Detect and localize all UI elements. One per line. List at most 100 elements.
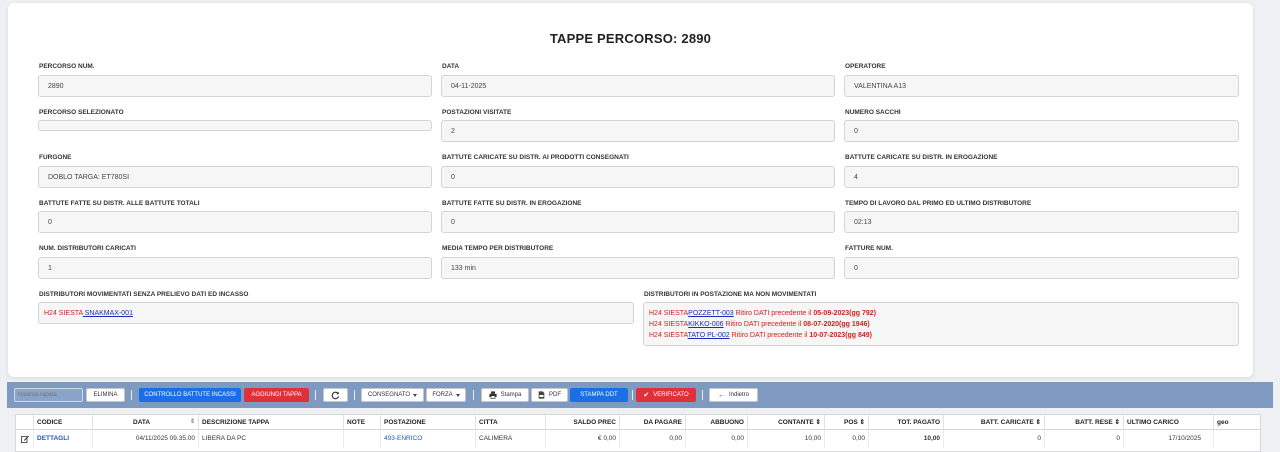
operatore-field[interactable]: VALENTINA A13 bbox=[844, 75, 1239, 97]
column-header-batt-rese[interactable]: BATT. RESE ⇕ bbox=[1045, 415, 1124, 430]
distributor-link[interactable]: SNAKMAX-001 bbox=[83, 310, 133, 317]
distributor-prefix: H24 SIESTA bbox=[649, 310, 689, 317]
chevron-down-icon bbox=[455, 393, 460, 397]
data-field[interactable]: 04-11-2025 bbox=[441, 75, 835, 97]
controllo-battute-button[interactable]: CONTROLLO BATTUTE INCASSI bbox=[139, 388, 241, 402]
column-header-codice[interactable]: CODICE bbox=[34, 415, 93, 430]
non-movimentati-item: H24 SIESTATATO PL-002 Ritiro DATI preced… bbox=[649, 330, 1233, 341]
percorso-num-field[interactable]: 2890 bbox=[38, 75, 432, 97]
ritiro-text: Ritiro DATI precedente il bbox=[733, 310, 814, 317]
page-title: TAPPE PERCORSO: 2890 bbox=[549, 31, 712, 46]
senza-prelievo-item: H24 SIESTA SNAKMAX-001 bbox=[44, 308, 628, 319]
non-movimentati-item: H24 SIESTAKIKKO-006 Ritiro DATI preceden… bbox=[649, 319, 1233, 330]
column-header-tot-pagato[interactable]: TOT. PAGATO bbox=[869, 415, 944, 430]
forza-dropdown[interactable]: FORZA bbox=[426, 388, 466, 402]
distributor-prefix: H24 SIESTA bbox=[44, 310, 83, 317]
verificato-button[interactable]: ✔ VERIFICATO bbox=[636, 388, 696, 402]
column-header-da-pagare[interactable]: DA PAGARE bbox=[620, 415, 686, 430]
forza-label: FORZA bbox=[432, 392, 453, 398]
sort-icon: ⇕ bbox=[1035, 419, 1041, 426]
battute-fatte-erogazione-label: BATTUTE FATTE SU DISTR. IN EROGAZIONE bbox=[442, 200, 582, 207]
distributor-link[interactable]: KIKKO-006 bbox=[688, 321, 723, 328]
battute-prodotti-field[interactable]: 0 bbox=[441, 166, 835, 188]
table-toolbar: ELIMINA CONTROLLO BATTUTE INCASSI AGGIUN… bbox=[7, 382, 1273, 408]
distributor-link[interactable]: POZZETT-003 bbox=[688, 310, 734, 317]
column-header-actions bbox=[16, 415, 34, 430]
numero-sacchi-field[interactable]: 0 bbox=[844, 120, 1239, 142]
ritiro-days: (gg 849) bbox=[845, 332, 872, 339]
media-tempo-field[interactable]: 133 min bbox=[441, 257, 835, 279]
column-header-data[interactable]: DATA ⇕ bbox=[93, 415, 199, 430]
verificato-label: VERIFICATO bbox=[653, 392, 689, 398]
column-header-ultimo-carico[interactable]: ULTIMO CARICO bbox=[1124, 415, 1214, 430]
table-cell-contante: 10,00 bbox=[748, 430, 825, 448]
stampa-button[interactable]: Stampa bbox=[481, 388, 529, 402]
ritiro-date: 05-09-2023 bbox=[813, 310, 850, 317]
aggiungi-tappa-button[interactable]: AGGIUNGI TAPPA bbox=[244, 388, 309, 402]
column-header-descrizione[interactable]: DESCRIZIONE TAPPA bbox=[199, 415, 344, 430]
elimina-button[interactable]: ELIMINA bbox=[86, 388, 125, 402]
postazioni-visitate-field[interactable]: 2 bbox=[441, 120, 835, 142]
stampa-label: Stampa bbox=[500, 392, 522, 398]
print-icon bbox=[489, 391, 497, 399]
indietro-button[interactable]: ← Indietro bbox=[709, 388, 758, 402]
percorso-selezionato-label: PERCORSO SELEZIONATO bbox=[39, 109, 124, 116]
sort-icon: ⇕ bbox=[859, 419, 865, 426]
edit-icon[interactable] bbox=[16, 430, 34, 448]
table-cell-batt-rese: 0 bbox=[1045, 430, 1124, 448]
indietro-label: Indietro bbox=[728, 392, 749, 398]
column-header-saldo[interactable]: SALDO PREC bbox=[546, 415, 620, 430]
column-header-citta[interactable]: CITTA bbox=[476, 415, 546, 430]
battute-totali-field[interactable]: 0 bbox=[38, 211, 432, 233]
column-header-contante[interactable]: CONTANTE ⇕ bbox=[748, 415, 825, 430]
consegnato-dropdown[interactable]: CONSEGNATO bbox=[361, 388, 424, 402]
dettagli-link[interactable]: DETTAGLI bbox=[34, 430, 93, 448]
refresh-button[interactable] bbox=[323, 388, 348, 402]
check-icon: ✔ bbox=[643, 392, 650, 399]
arrow-left-icon: ← bbox=[717, 391, 725, 399]
postazione-link[interactable]: 493-ENRICO bbox=[381, 430, 476, 448]
toolbar-divider bbox=[131, 390, 132, 400]
column-header-geo[interactable]: geo bbox=[1214, 415, 1260, 430]
toolbar-divider bbox=[473, 390, 474, 400]
percorso-selezionato-field[interactable] bbox=[38, 120, 432, 131]
percorso-num-label: PERCORSO NUM. bbox=[39, 63, 95, 70]
num-distributori-field[interactable]: 1 bbox=[38, 257, 432, 279]
pdf-button[interactable]: PDF bbox=[531, 388, 568, 402]
column-header-batt-caricate[interactable]: BATT. CARICATE ⇕ bbox=[944, 415, 1045, 430]
table-cell-tot-pagato: 10,00 bbox=[869, 430, 944, 448]
distributor-prefix: H24 SIESTA bbox=[649, 332, 688, 339]
battute-fatte-erogazione-field[interactable]: 0 bbox=[441, 211, 835, 233]
ritiro-date: 10-07-2023 bbox=[809, 332, 846, 339]
media-tempo-label: MEDIA TEMPO PER DISTRIBUTORE bbox=[442, 245, 554, 252]
distributor-link[interactable]: TATO PL-002 bbox=[688, 332, 730, 339]
route-stages-card: TAPPE PERCORSO: 2890 PERCORSO NUM. 2890 … bbox=[8, 3, 1253, 377]
table-cell-data: 04/11/2025 09.35.00 bbox=[93, 430, 199, 448]
sort-icon: ⇕ bbox=[1114, 419, 1120, 426]
consegnato-label: CONSEGNATO bbox=[367, 392, 411, 398]
postazioni-visitate-label: POSTAZIONI VISITATE bbox=[442, 109, 512, 116]
toolbar-divider bbox=[315, 390, 316, 400]
table-cell-citta: CALIMERA bbox=[476, 430, 546, 448]
quick-search-input[interactable] bbox=[14, 388, 83, 402]
toolbar-divider bbox=[354, 390, 355, 400]
column-header-note[interactable]: NOTE bbox=[344, 415, 381, 430]
tempo-lavoro-field[interactable]: 02:13 bbox=[844, 211, 1239, 233]
data-label: DATA bbox=[442, 63, 460, 70]
toolbar-divider bbox=[632, 390, 633, 400]
table-cell-ultimo-carico: 17/10/2025 bbox=[1124, 430, 1214, 448]
column-header-postazione[interactable]: POSTAZIONE bbox=[381, 415, 476, 430]
fatture-num-field[interactable]: 0 bbox=[844, 257, 1239, 279]
battute-erogazione-field[interactable]: 4 bbox=[844, 166, 1239, 188]
table-cell-geo bbox=[1214, 430, 1260, 448]
table-cell-saldo: € 0,00 bbox=[546, 430, 620, 448]
ritiro-days: (gg 792) bbox=[849, 310, 876, 317]
column-header-abbuono[interactable]: ABBUONO bbox=[686, 415, 748, 430]
column-header-pos[interactable]: POS ⇕ bbox=[825, 415, 869, 430]
distributor-prefix: H24 SIESTA bbox=[649, 321, 689, 328]
table-cell-batt-caricate: 0 bbox=[944, 430, 1045, 448]
furgone-field[interactable]: DOBLO TARGA: ET780SI bbox=[38, 166, 432, 188]
stampa-ddt-button[interactable]: STAMPA DDT bbox=[570, 388, 628, 402]
battute-prodotti-label: BATTUTE CARICATE SU DISTR. AI PRODOTTI C… bbox=[442, 154, 629, 161]
table-cell-pos: 0,00 bbox=[825, 430, 869, 448]
